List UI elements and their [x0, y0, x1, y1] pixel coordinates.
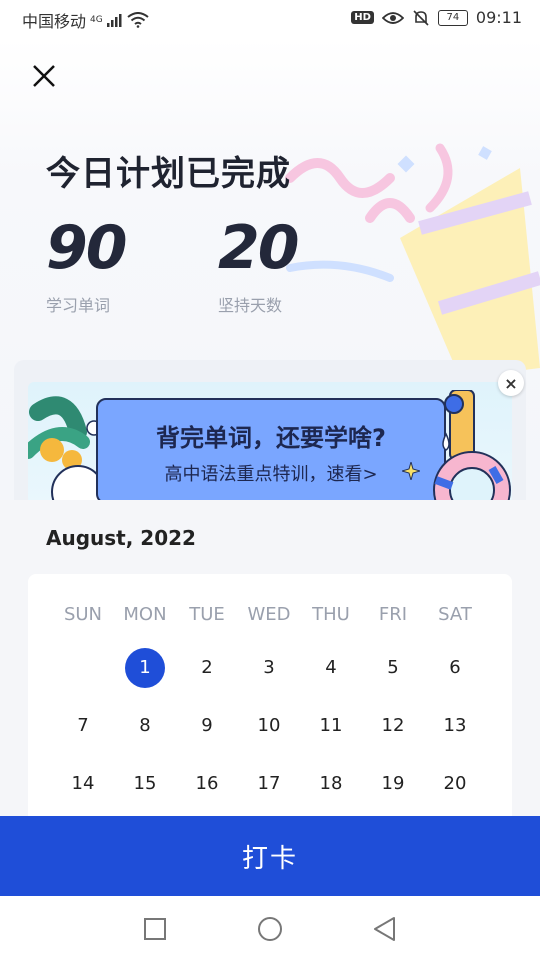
calendar-day[interactable]: 19: [362, 764, 424, 804]
calendar-week-3: 14 15 16 17 18 19 20: [28, 764, 512, 804]
calendar-day[interactable]: 9: [176, 706, 238, 746]
calendar-card: SUN MON TUE WED THU FRI SAT 1 2 3 4 5 6 …: [28, 574, 512, 834]
stat-days-label: 坚持天数: [218, 296, 283, 315]
home-icon[interactable]: [255, 914, 285, 944]
weekday-sat: SAT: [438, 604, 472, 625]
hero-section: 今日计划已完成 90 学习单词 20 坚持天数 背完单词，还要学啥? 高中语法重…: [0, 38, 540, 500]
status-bar: 中国移动 4G HD 74 09:11: [0, 0, 540, 38]
signal-icon: [106, 14, 122, 27]
page-title: 今日计划已完成: [46, 154, 291, 194]
calendar-day[interactable]: 11: [300, 706, 362, 746]
system-nav-bar: [0, 896, 540, 960]
calendar-section: August, 2022 SUN MON TUE WED THU FRI SAT…: [0, 500, 540, 834]
stat-words: 90 学习单词: [46, 213, 127, 316]
banner-close-button[interactable]: ×: [498, 370, 524, 396]
calendar-day[interactable]: 6: [424, 648, 486, 688]
clock: 09:11: [475, 8, 522, 27]
weekday-sun: SUN: [63, 604, 103, 625]
banner-title: 背完单词，还要学啥?: [156, 424, 386, 452]
calendar-day-selected[interactable]: 1: [114, 648, 176, 688]
back-icon[interactable]: [370, 914, 400, 944]
weekday-tue: TUE: [189, 604, 225, 625]
calendar-day[interactable]: 10: [238, 706, 300, 746]
stat-words-value: 90: [46, 213, 127, 283]
network-type: 4G: [90, 15, 103, 25]
party-popper-icon: [285, 143, 540, 378]
weekday-header: SUN MON TUE WED THU FRI SAT: [28, 604, 512, 625]
calendar-week-1: 1 2 3 4 5 6: [28, 648, 512, 688]
calendar-day[interactable]: 13: [424, 706, 486, 746]
recent-apps-icon[interactable]: [140, 914, 170, 944]
calendar-day[interactable]: 5: [362, 648, 424, 688]
wifi-icon: [127, 12, 149, 28]
calendar-day[interactable]: 20: [424, 764, 486, 804]
calendar-day[interactable]: 15: [114, 764, 176, 804]
promo-banner-container: 背完单词，还要学啥? 高中语法重点特训，速看> ×: [14, 360, 526, 500]
battery-level: 74: [446, 12, 460, 23]
calendar-day[interactable]: 2: [176, 648, 238, 688]
calendar-day-empty: [52, 648, 114, 688]
calendar-day[interactable]: 7: [52, 706, 114, 746]
status-left: 中国移动 4G: [22, 8, 149, 32]
calendar-day[interactable]: 17: [238, 764, 300, 804]
weekday-wed: WED: [247, 604, 291, 625]
weekday-fri: FRI: [378, 604, 408, 625]
carrier-name: 中国移动: [22, 12, 87, 31]
status-right: HD 74 09:11: [351, 8, 522, 27]
calendar-day[interactable]: 3: [238, 648, 300, 688]
hd-icon: HD: [351, 11, 374, 24]
banner-subtitle: 高中语法重点特训，速看>: [164, 464, 378, 485]
calendar-day[interactable]: 16: [176, 764, 238, 804]
weekday-mon: MON: [123, 604, 167, 625]
calendar-week-2: 7 8 9 10 11 12 13: [28, 706, 512, 746]
banner-card: 背完单词，还要学啥? 高中语法重点特训，速看>: [96, 398, 446, 500]
calendar-day[interactable]: 8: [114, 706, 176, 746]
calendar-day[interactable]: 18: [300, 764, 362, 804]
eye-icon: [381, 11, 404, 24]
lifebuoy-icon: [433, 390, 511, 500]
stat-words-label: 学习单词: [46, 296, 111, 315]
close-icon[interactable]: [30, 62, 58, 90]
checkin-button[interactable]: 打卡: [0, 816, 540, 896]
promo-banner[interactable]: 背完单词，还要学啥? 高中语法重点特训，速看>: [28, 382, 512, 500]
stat-days-value: 20: [218, 213, 299, 283]
calendar-month: August, 2022: [46, 526, 196, 550]
stat-days: 20 坚持天数: [218, 213, 299, 316]
calendar-day[interactable]: 14: [52, 764, 114, 804]
calendar-day[interactable]: 12: [362, 706, 424, 746]
battery-icon: 74: [437, 9, 468, 26]
weekday-thu: THU: [312, 604, 350, 625]
calendar-day[interactable]: 4: [300, 648, 362, 688]
bell-muted-icon: [413, 9, 429, 26]
